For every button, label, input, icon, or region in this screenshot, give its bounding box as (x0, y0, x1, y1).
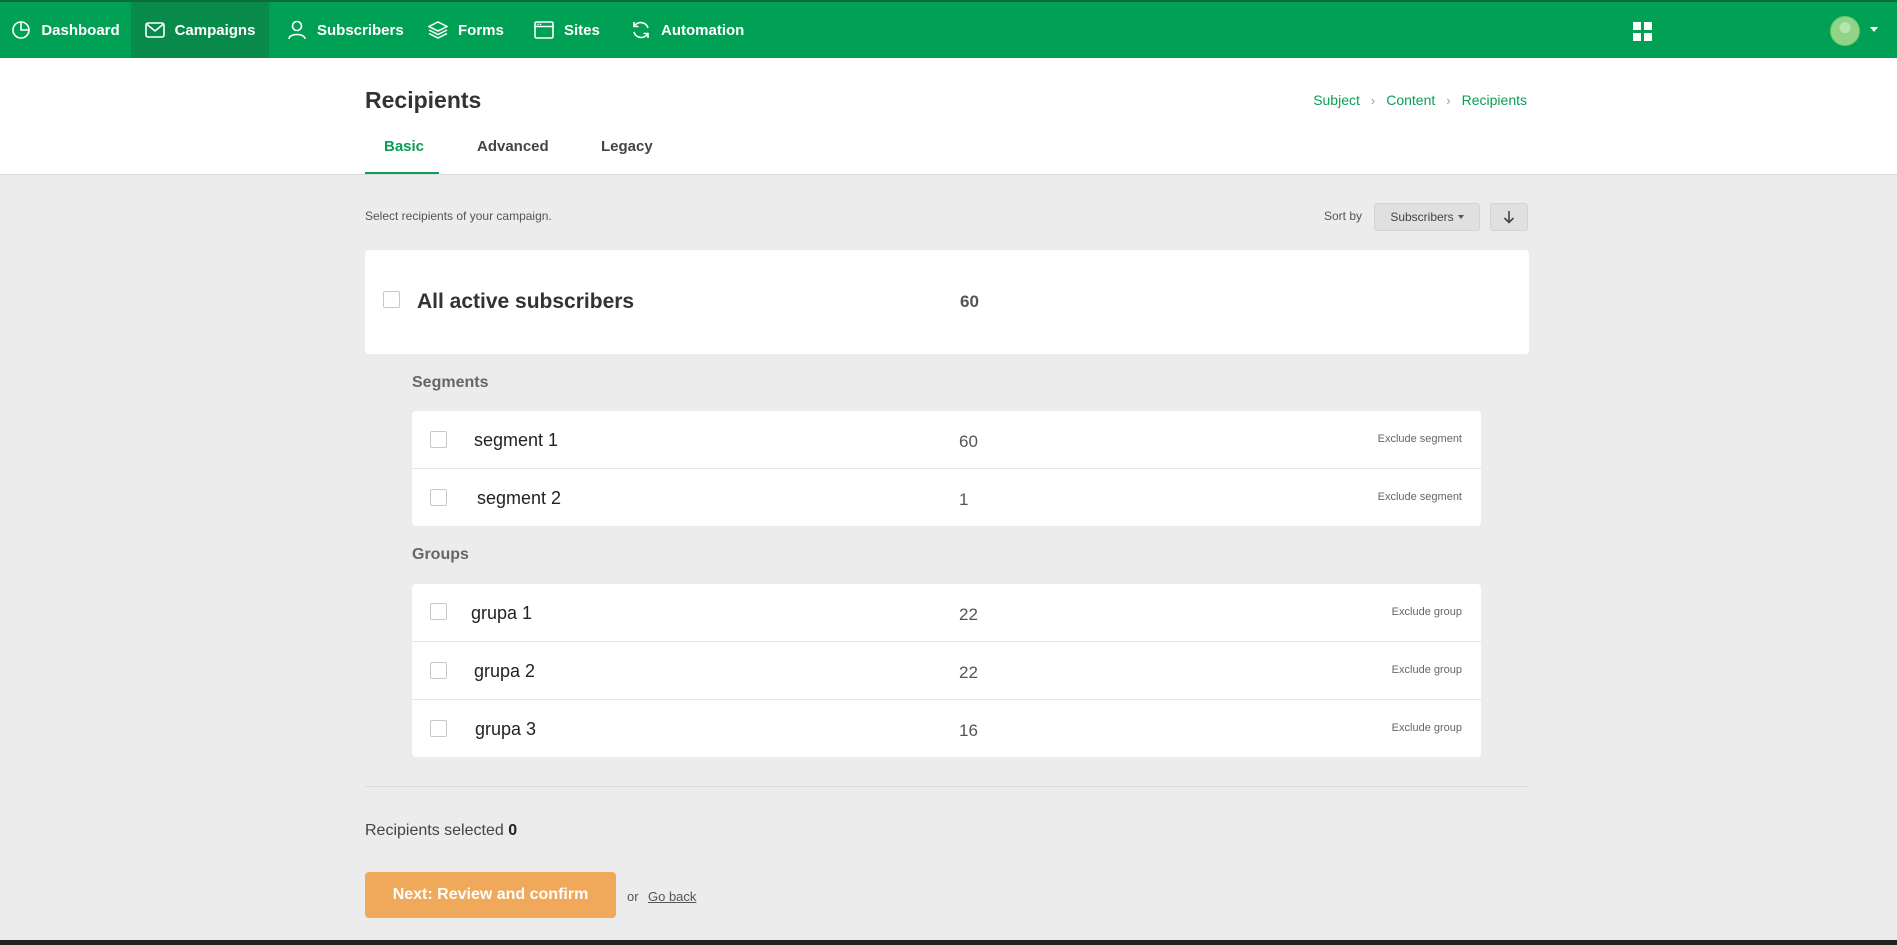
nav-label: Automation (661, 21, 745, 39)
segment-count: 60 (959, 432, 978, 451)
nav-dashboard[interactable]: Dashboard (0, 2, 131, 58)
sort-value: Subscribers (1390, 210, 1454, 224)
segment-row: segment 2 1 Exclude segment (412, 469, 1481, 527)
breadcrumb-recipients[interactable]: Recipients (1462, 92, 1527, 108)
breadcrumb-subject[interactable]: Subject (1313, 92, 1360, 108)
group-row: grupa 3 16 Exclude group (412, 700, 1481, 758)
window-bottom-edge (0, 940, 1897, 945)
group-name: grupa 1 (471, 603, 533, 623)
recipients-selected-count: 0 (508, 822, 518, 839)
exclude-segment-link[interactable]: Exclude segment (1378, 433, 1462, 445)
caret-down-icon (1457, 215, 1464, 219)
segment-checkbox[interactable] (430, 489, 447, 506)
next-review-button[interactable]: Next: Review and confirm (365, 872, 616, 918)
groups-list: grupa 1 22 Exclude group grupa 2 22 Excl… (412, 584, 1481, 757)
footer-divider (365, 786, 1529, 787)
segment-name: segment 2 (477, 488, 562, 508)
exclude-group-link[interactable]: Exclude group (1392, 606, 1462, 618)
tab-legacy[interactable]: Legacy (601, 138, 653, 155)
page-header (0, 58, 1897, 175)
group-checkbox[interactable] (430, 720, 447, 737)
nav-automation[interactable]: Automation (631, 2, 744, 58)
groups-title: Groups (412, 546, 469, 563)
exclude-segment-link[interactable]: Exclude segment (1378, 491, 1462, 503)
sort-label: Sort by (1324, 209, 1363, 223)
avatar[interactable] (1830, 16, 1860, 46)
sort-dropdown[interactable]: Subscribers (1374, 203, 1480, 231)
group-row: grupa 1 22 Exclude group (412, 584, 1481, 642)
chevron-down-icon[interactable] (1870, 27, 1878, 32)
group-count: 16 (959, 721, 978, 740)
nav-label: Forms (458, 21, 504, 39)
tab-basic[interactable]: Basic (384, 138, 424, 155)
apps-grid-icon[interactable] (1633, 22, 1653, 42)
user-icon (288, 20, 306, 40)
nav-label: Dashboard (41, 21, 120, 39)
all-subscribers-count: 60 (960, 292, 979, 311)
breadcrumb-content[interactable]: Content (1386, 92, 1435, 108)
exclude-group-link[interactable]: Exclude group (1392, 664, 1462, 676)
exclude-group-link[interactable]: Exclude group (1392, 722, 1462, 734)
refresh-icon (633, 21, 649, 39)
segment-checkbox[interactable] (430, 431, 447, 448)
nav-label: Subscribers (317, 21, 404, 39)
nav-label: Sites (564, 21, 600, 39)
nav-label: Campaigns (174, 21, 256, 39)
tab-advanced[interactable]: Advanced (477, 138, 549, 155)
sort-direction-button[interactable] (1490, 203, 1528, 231)
group-row: grupa 2 22 Exclude group (412, 642, 1481, 700)
browser-window-icon (534, 21, 554, 39)
segment-name: segment 1 (474, 430, 559, 450)
envelope-icon (144, 22, 165, 38)
group-checkbox[interactable] (430, 662, 447, 679)
segments-list: segment 1 60 Exclude segment segment 2 1… (412, 411, 1481, 526)
clock-pie-icon (12, 21, 31, 39)
nav-sites[interactable]: Sites (534, 2, 600, 58)
page-title: Recipients (365, 87, 482, 113)
top-navigation: Dashboard Campaigns Subscribers Forms Si… (0, 0, 1897, 58)
intro-text: Select recipients of your campaign. (365, 209, 552, 223)
layers-icon (428, 21, 448, 39)
group-name: grupa 2 (474, 661, 536, 681)
go-back-link[interactable]: Go back (648, 889, 696, 904)
all-subscribers-checkbox[interactable] (383, 291, 400, 308)
nav-campaigns[interactable]: Campaigns (131, 2, 269, 58)
recipients-selected-label: Recipients selected (365, 822, 504, 839)
all-subscribers-label: All active subscribers (417, 290, 635, 313)
active-tab-indicator (365, 172, 439, 174)
recipients-selected: Recipients selected 0 (365, 822, 517, 840)
group-checkbox[interactable] (430, 603, 447, 620)
group-name: grupa 3 (475, 719, 537, 739)
group-count: 22 (959, 663, 978, 682)
group-count: 22 (959, 605, 978, 624)
nav-subscribers[interactable]: Subscribers (287, 2, 404, 58)
segment-row: segment 1 60 Exclude segment (412, 411, 1481, 469)
breadcrumb: Subject › Content › Recipients (1313, 92, 1527, 108)
segments-title: Segments (412, 374, 489, 391)
nav-forms[interactable]: Forms (428, 2, 504, 58)
chevron-right-icon: › (1370, 92, 1376, 108)
segment-count: 1 (959, 490, 969, 509)
chevron-right-icon: › (1446, 92, 1451, 108)
or-text: or (627, 889, 639, 904)
arrow-down-icon (1503, 211, 1515, 224)
